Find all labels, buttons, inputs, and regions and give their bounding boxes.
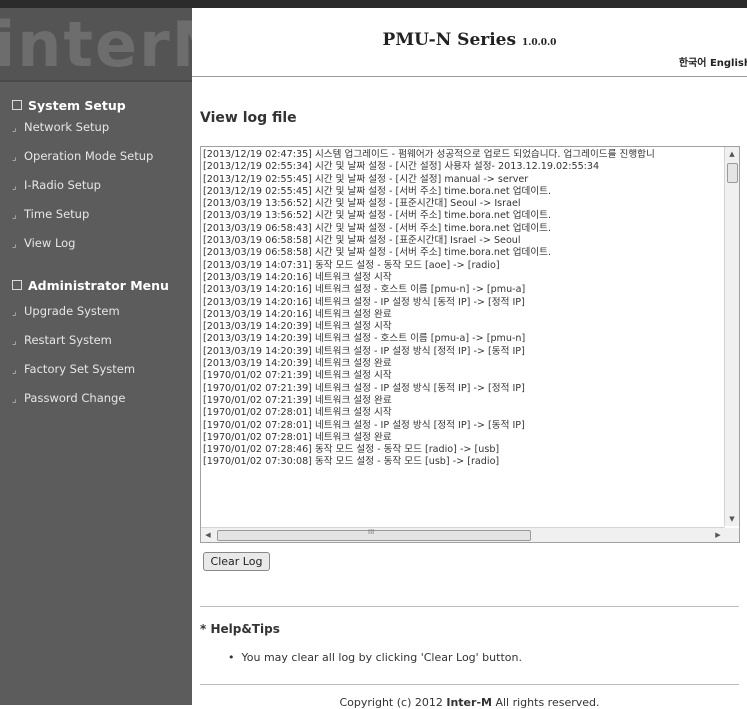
log-line: [2013/03/19 14:07:31] 동작 모드 설정 - 동작 모드 [… — [203, 259, 500, 271]
horizontal-scrollbar[interactable]: ◀ III ▶ — [201, 527, 725, 542]
sidebar-item-label: Password Change — [24, 391, 126, 405]
clear-log-button[interactable]: Clear Log — [203, 552, 270, 571]
log-line: [2013/03/19 14:20:16] 네트워크 설정 시작 — [203, 271, 392, 283]
bullet-icon: ⌟ — [12, 210, 17, 221]
sidebar-item-label: Factory Set System — [24, 362, 136, 376]
log-line: [2013/03/19 13:56:52] 시간 및 날짜 설정 - [표준시간… — [203, 198, 521, 210]
brand-logo: interM — [0, 8, 192, 80]
log-line: [1970/01/02 07:28:01] 네트워크 설정 시작 — [203, 407, 392, 419]
menu-section-admin[interactable]: Administrator Menu — [12, 278, 169, 293]
page-header-title: PMU-N Series 1.0.0.0 — [192, 30, 747, 50]
log-line: [2013/03/19 14:20:39] 네트워크 설정 시작 — [203, 321, 392, 333]
sidebar-item-restart-system[interactable]: ⌟ Restart System — [12, 333, 112, 347]
scroll-corner — [725, 528, 739, 542]
log-line: [2013/03/19 14:20:39] 네트워크 설정 - IP 설정 방식… — [203, 345, 525, 357]
bullet-icon: ⌟ — [12, 365, 17, 376]
logo-divider — [0, 80, 192, 82]
sidebar-item-label: Time Setup — [24, 207, 90, 221]
sidebar-item-network-setup[interactable]: ⌟ Network Setup — [12, 120, 109, 134]
vertical-scroll-thumb[interactable] — [727, 163, 738, 183]
log-line: [1970/01/02 07:28:46] 동작 모드 설정 - 동작 모드 [… — [203, 444, 500, 456]
version-label: 1.0.0.0 — [522, 38, 557, 48]
log-textarea[interactable]: [2013/12/19 02:47:35] 시스템 업그레이드 - 펌웨어가 성… — [200, 146, 740, 543]
bullet-icon: ⌟ — [12, 307, 17, 318]
header: PMU-N Series 1.0.0.0 한국어 English — [192, 8, 747, 76]
scroll-right-icon[interactable]: ▶ — [711, 528, 725, 542]
logo-text: interM — [0, 8, 192, 80]
sidebar-item-label: View Log — [24, 236, 76, 250]
sidebar-item-view-log[interactable]: ⌟ View Log — [12, 236, 76, 250]
help-tip-item: • You may clear all log by clicking 'Cle… — [228, 651, 522, 664]
sidebar-item-i-radio-setup[interactable]: ⌟ I-Radio Setup — [12, 178, 101, 192]
section-square-icon — [12, 100, 22, 110]
log-line: [1970/01/02 07:21:39] 네트워크 설정 완료 — [203, 394, 392, 406]
main-content: PMU-N Series 1.0.0.0 한국어 English View lo… — [192, 8, 747, 709]
log-line: [2013/03/19 06:58:58] 시간 및 날짜 설정 - [표준시간… — [203, 235, 521, 247]
divider — [200, 684, 739, 685]
bullet-icon: ⌟ — [12, 394, 17, 405]
copyright-brand: Inter-M — [446, 696, 492, 709]
help-tip-text: You may clear all log by clicking 'Clear… — [241, 651, 522, 664]
sidebar-item-label: Network Setup — [24, 120, 110, 134]
section-title: Administrator Menu — [28, 278, 169, 293]
log-line: [2013/12/19 02:55:45] 시간 및 날짜 설정 - [서버 주… — [203, 185, 552, 197]
log-line: [2013/03/19 14:20:16] 네트워크 설정 - IP 설정 방식… — [203, 296, 525, 308]
divider — [200, 606, 739, 607]
page-title: View log file — [200, 110, 297, 126]
log-line: [2013/03/19 14:20:39] 네트워크 설정 - 호스트 이름 [… — [203, 333, 526, 345]
section-title: System Setup — [28, 98, 126, 113]
sidebar-item-password-change[interactable]: ⌟ Password Change — [12, 391, 125, 405]
scroll-left-icon[interactable]: ◀ — [201, 528, 215, 542]
bullet-icon: ⌟ — [12, 239, 17, 250]
log-line: [1970/01/02 07:21:39] 네트워크 설정 - IP 설정 방식… — [203, 382, 525, 394]
sidebar: interM System Setup ⌟ Network Setup ⌟ Oper… — [0, 8, 192, 705]
sidebar-item-upgrade-system[interactable]: ⌟ Upgrade System — [12, 304, 120, 318]
log-line: [2013/03/19 14:20:16] 네트워크 설정 - 호스트 이름 [… — [203, 284, 526, 296]
log-line: [1970/01/02 07:21:39] 네트워크 설정 시작 — [203, 370, 392, 382]
log-line: [1970/01/02 07:30:08] 동작 모드 설정 - 동작 모드 [… — [203, 456, 500, 468]
bullet-icon: ⌟ — [12, 181, 17, 192]
sidebar-item-operation-mode-setup[interactable]: ⌟ Operation Mode Setup — [12, 149, 153, 163]
scroll-down-icon[interactable]: ▼ — [725, 512, 739, 526]
help-tips-title: * Help&Tips — [200, 622, 280, 636]
scroll-up-icon[interactable]: ▲ — [725, 147, 739, 161]
sidebar-item-label: Upgrade System — [24, 304, 120, 318]
sidebar-item-label: Restart System — [24, 333, 112, 347]
sidebar-item-label: Operation Mode Setup — [24, 149, 154, 163]
log-line: [2013/03/19 14:20:16] 네트워크 설정 완료 — [203, 308, 392, 320]
copyright-suffix: All rights reserved. — [491, 696, 600, 709]
copyright-prefix: Copyright (c) 2012 — [339, 696, 447, 709]
product-name: PMU-N Series — [382, 30, 517, 50]
bullet-icon: ⌟ — [12, 336, 17, 347]
menu-section-system-setup[interactable]: System Setup — [12, 98, 126, 113]
vertical-scrollbar[interactable]: ▲ ▼ — [724, 147, 739, 526]
top-bar — [0, 0, 747, 8]
lang-english-link[interactable]: English — [710, 58, 747, 69]
log-line: [2013/03/19 06:58:58] 시간 및 날짜 설정 - [서버 주… — [203, 247, 552, 259]
bullet-icon: ⌟ — [12, 123, 17, 134]
copyright: Copyright (c) 2012 Inter-M All rights re… — [192, 696, 747, 709]
bullet-icon: ⌟ — [12, 152, 17, 163]
log-line: [2013/12/19 02:55:45] 시간 및 날짜 설정 - [시간 설… — [203, 173, 529, 185]
log-line: [2013/12/19 02:55:34] 시간 및 날짜 설정 - [시간 설… — [203, 161, 600, 173]
log-line: [2013/03/19 13:56:52] 시간 및 날짜 설정 - [서버 주… — [203, 210, 552, 222]
log-line: [1970/01/02 07:28:01] 네트워크 설정 - IP 설정 방식… — [203, 419, 525, 431]
section-square-icon — [12, 280, 22, 290]
grip-icon: III — [368, 528, 375, 536]
log-line: [2013/12/19 02:47:35] 시스템 업그레이드 - 펌웨어가 성… — [203, 149, 655, 160]
lang-korean-link[interactable]: 한국어 — [679, 58, 707, 69]
sidebar-item-time-setup[interactable]: ⌟ Time Setup — [12, 207, 89, 221]
language-switcher: 한국어 English — [679, 54, 747, 69]
sidebar-item-factory-set-system[interactable]: ⌟ Factory Set System — [12, 362, 135, 376]
sidebar-item-label: I-Radio Setup — [24, 178, 101, 192]
log-line: [2013/03/19 14:20:39] 네트워크 설정 완료 — [203, 358, 392, 370]
log-line: [2013/03/19 06:58:43] 시간 및 날짜 설정 - [서버 주… — [203, 222, 552, 234]
horizontal-scroll-thumb[interactable]: III — [217, 528, 531, 541]
header-divider — [192, 76, 747, 77]
log-line: [1970/01/02 07:28:01] 네트워크 설정 완료 — [203, 431, 392, 443]
log-text[interactable]: [2013/12/19 02:47:35] 시스템 업그레이드 - 펌웨어가 성… — [203, 149, 725, 523]
